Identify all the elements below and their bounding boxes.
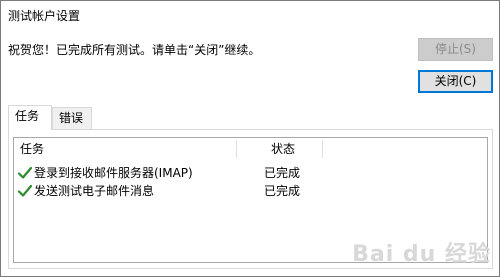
task-name: 发送测试电子邮件消息 — [34, 184, 155, 198]
baidu-watermark: Bai du 经验 — [352, 242, 491, 267]
column-divider[interactable] — [322, 140, 323, 158]
column-divider[interactable] — [236, 140, 237, 158]
test-account-settings-dialog: 测试帐户设置 祝贺您！已完成所有测试。请单击“关闭”继续。 停止(S) 关闭(C… — [0, 0, 500, 277]
task-status: 已完成 — [264, 184, 301, 198]
tab-tasks[interactable]: 任务 — [8, 105, 52, 130]
column-header-status[interactable]: 状态 — [271, 138, 295, 160]
title-bar: 测试帐户设置 — [1, 1, 499, 31]
table-row[interactable]: 登录到接收邮件服务器(IMAP) 已完成 — [14, 164, 487, 182]
stop-button[interactable]: 停止(S) — [418, 38, 493, 61]
close-button[interactable]: 关闭(C) — [418, 70, 493, 93]
task-name: 登录到接收邮件服务器(IMAP) — [34, 166, 193, 180]
check-icon — [18, 166, 32, 179]
status-message: 祝贺您！已完成所有测试。请单击“关闭”继续。 — [8, 43, 261, 57]
check-icon — [18, 184, 32, 197]
window-title: 测试帐户设置 — [8, 9, 81, 23]
tab-errors[interactable]: 错误 — [52, 107, 92, 129]
task-status: 已完成 — [264, 166, 301, 180]
column-header-task[interactable]: 任务 — [20, 138, 44, 160]
table-row[interactable]: 发送测试电子邮件消息 已完成 — [14, 182, 487, 200]
